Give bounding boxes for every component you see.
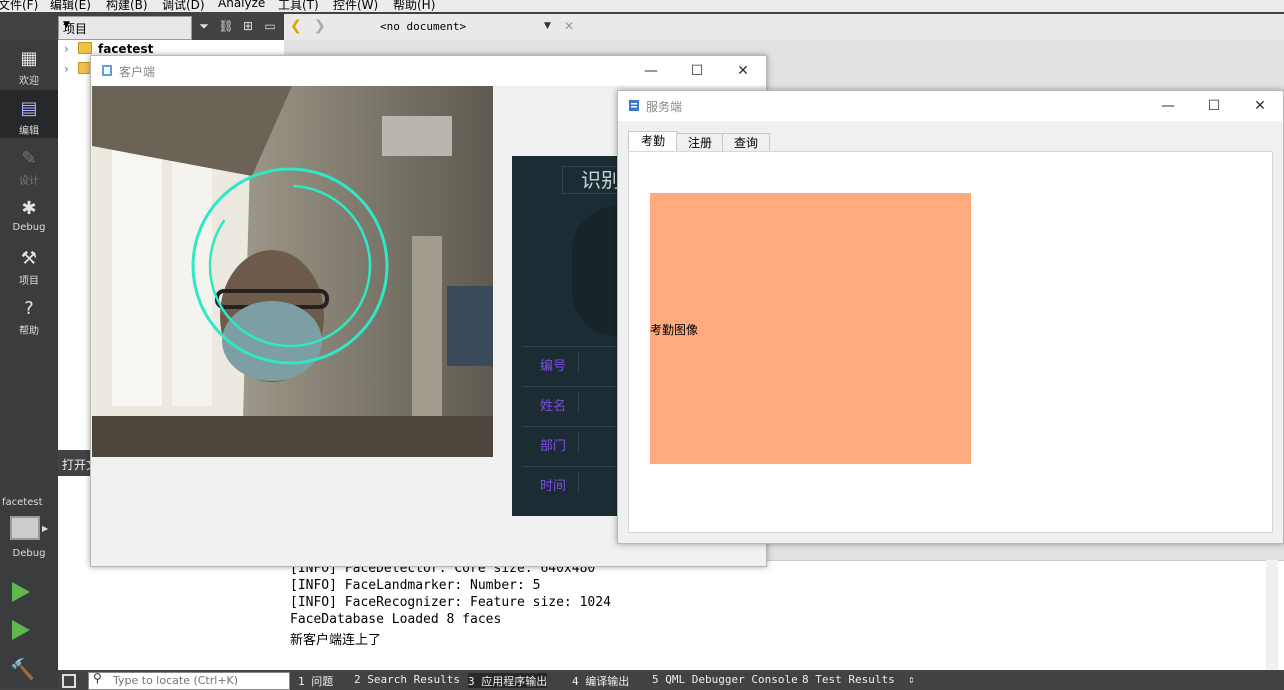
- mode-label: 帮助: [19, 326, 39, 337]
- run-icon[interactable]: [12, 582, 30, 602]
- search-icon: ⚲: [93, 671, 102, 685]
- menu-analyze[interactable]: Analyze: [218, 0, 265, 10]
- field-dept-value: [578, 431, 619, 453]
- server-title: 服务端: [646, 100, 683, 114]
- tree-item-label: facetest: [98, 42, 154, 56]
- field-id-label: 编号: [540, 359, 567, 374]
- field-time-label: 时间: [540, 479, 567, 494]
- forward-arrow-icon[interactable]: ❯: [314, 18, 326, 34]
- application-output: [INFO] FaceDetector: Core size: 640x480 …: [284, 560, 1284, 671]
- output-line: [INFO] FaceRecognizer: Feature size: 102…: [290, 595, 611, 610]
- minimize-icon[interactable]: —: [1153, 95, 1183, 117]
- output-scrollbar[interactable]: [1266, 560, 1278, 670]
- mode-projects[interactable]: ⚒ 项目: [0, 240, 58, 288]
- chevron-right-icon[interactable]: ›: [64, 42, 78, 56]
- help-icon: ?: [24, 298, 34, 319]
- mode-label: 设计: [19, 176, 39, 187]
- chevron-right-icon[interactable]: ›: [64, 62, 78, 76]
- chevron-right-icon[interactable]: ▶: [42, 524, 48, 533]
- more-tabs-icon[interactable]: ⇕: [908, 673, 915, 688]
- document-icon: ▤: [20, 98, 38, 119]
- tab-issues[interactable]: 1 问题: [298, 673, 333, 688]
- field-dept-label: 部门: [540, 439, 567, 454]
- folder-icon: [78, 42, 92, 54]
- field-id-value: [578, 351, 619, 373]
- tab-qml-debugger-console[interactable]: 5 QML Debugger Console: [652, 673, 798, 688]
- mode-label: 项目: [19, 276, 39, 287]
- kit-project-label: facetest: [2, 497, 43, 508]
- attendance-pane: 考勤图像: [628, 151, 1273, 533]
- chevron-down-icon[interactable]: ▼: [544, 21, 551, 31]
- attendance-image: 考勤图像: [650, 193, 971, 464]
- tab-attendance[interactable]: 考勤: [628, 131, 678, 153]
- mode-help[interactable]: ? 帮助: [0, 290, 58, 338]
- mode-label: Debug: [12, 222, 46, 233]
- client-titlebar[interactable]: 客户端 — ☐ ✕: [91, 56, 766, 86]
- locator-input[interactable]: [113, 673, 283, 687]
- mode-debug[interactable]: ✱ Debug: [0, 190, 58, 238]
- field-name-label: 姓名: [540, 399, 567, 414]
- project-view-combo[interactable]: 项目 ▼: [58, 16, 192, 40]
- client-title: 客户端: [119, 65, 156, 79]
- app-icon: [629, 100, 639, 111]
- start-debugging-icon[interactable]: [12, 620, 30, 640]
- mode-design[interactable]: ✎ 设计: [0, 140, 58, 188]
- mode-welcome[interactable]: ▦ 欢迎: [0, 40, 58, 88]
- close-icon[interactable]: ✕: [728, 60, 758, 82]
- mode-label: 欢迎: [19, 76, 39, 87]
- tab-application-output[interactable]: 3 应用程序输出: [468, 673, 548, 688]
- toggle-sidebar-icon[interactable]: [62, 674, 76, 688]
- bug-icon: ✱: [21, 198, 37, 219]
- grid-icon: ▦: [20, 48, 38, 69]
- mode-edit[interactable]: ▤ 编辑: [0, 90, 58, 138]
- close-document-icon[interactable]: ✕: [564, 19, 574, 33]
- minimize-icon[interactable]: —: [636, 60, 666, 82]
- maximize-icon[interactable]: ☐: [1199, 95, 1229, 117]
- maximize-icon[interactable]: ☐: [682, 60, 712, 82]
- close-pane-icon[interactable]: ▭: [262, 18, 278, 34]
- server-titlebar[interactable]: 服务端 — ☐ ✕: [618, 91, 1283, 121]
- chevron-down-icon: ▼: [63, 20, 70, 30]
- mode-label: 编辑: [19, 126, 39, 137]
- monitor-icon[interactable]: [10, 516, 40, 540]
- filter-icon[interactable]: ⏷: [196, 18, 212, 34]
- field-name-value: [578, 391, 619, 413]
- output-line: FaceDatabase Loaded 8 faces: [290, 612, 502, 627]
- link-icon[interactable]: ⛓: [218, 18, 234, 34]
- locator[interactable]: ⚲: [88, 671, 290, 690]
- hammer-icon[interactable]: 🔨: [10, 658, 35, 680]
- attendance-image-label: 考勤图像: [650, 323, 699, 337]
- tab-search-results[interactable]: 2 Search Results: [354, 673, 460, 688]
- kit-build-label: Debug: [12, 548, 46, 559]
- camera-feed: [92, 86, 493, 457]
- document-bar: ❮ ❯ <no document> ▼ ✕: [284, 14, 1284, 40]
- field-time-value: [578, 471, 619, 493]
- back-arrow-icon[interactable]: ❮: [290, 18, 302, 34]
- close-icon[interactable]: ✕: [1245, 95, 1275, 117]
- tab-test-results[interactable]: 8 Test Results: [802, 673, 895, 688]
- app-icon: [102, 65, 112, 76]
- tab-register[interactable]: 注册: [676, 133, 724, 153]
- wrench-icon: ⚒: [20, 248, 38, 269]
- server-window: 服务端 — ☐ ✕ 考勤 注册 查询 考勤图像: [617, 90, 1284, 544]
- output-line: 新客户端连上了: [290, 633, 382, 648]
- pencil-icon: ✎: [21, 148, 37, 169]
- document-combo[interactable]: <no document>: [380, 20, 466, 33]
- split-icon[interactable]: ⊞: [240, 18, 256, 34]
- tab-query[interactable]: 查询: [722, 133, 770, 153]
- tab-compile-output[interactable]: 4 编译输出: [572, 673, 629, 688]
- output-line: [INFO] FaceLandmarker: Number: 5: [290, 578, 541, 593]
